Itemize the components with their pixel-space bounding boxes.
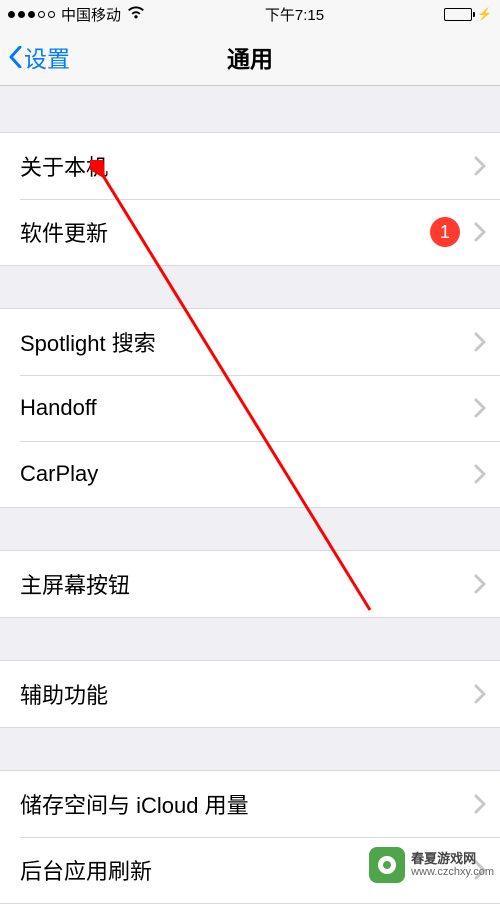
settings-group: Spotlight 搜索 Handoff CarPlay xyxy=(0,308,500,508)
status-left: 中国移动 xyxy=(8,4,145,25)
chevron-right-icon xyxy=(474,684,486,704)
status-time: 下午7:15 xyxy=(265,4,324,25)
chevron-right-icon xyxy=(474,574,486,594)
chevron-right-icon xyxy=(474,332,486,352)
row-carplay[interactable]: CarPlay xyxy=(0,441,500,507)
back-label: 设置 xyxy=(24,40,70,74)
row-label: 主屏幕按钮 xyxy=(20,568,474,600)
status-right: ⚡ xyxy=(444,7,492,21)
nav-bar: 设置 通用 xyxy=(0,28,500,86)
notification-badge: 1 xyxy=(430,217,460,247)
row-label: 辅助功能 xyxy=(20,678,474,710)
row-label: CarPlay xyxy=(20,461,474,487)
settings-group: 关于本机 软件更新 1 xyxy=(0,132,500,266)
row-label: 关于本机 xyxy=(20,150,474,182)
row-home-button[interactable]: 主屏幕按钮 xyxy=(0,551,500,617)
settings-group: 辅助功能 xyxy=(0,660,500,728)
page-title: 通用 xyxy=(227,40,273,74)
row-handoff[interactable]: Handoff xyxy=(0,375,500,441)
settings-group: 储存空间与 iCloud 用量 后台应用刷新 xyxy=(0,770,500,904)
row-software-update[interactable]: 软件更新 1 xyxy=(0,199,500,265)
row-label: Spotlight 搜索 xyxy=(20,326,474,358)
charging-icon: ⚡ xyxy=(477,7,492,21)
status-bar: 中国移动 下午7:15 ⚡ xyxy=(0,0,500,28)
chevron-left-icon xyxy=(8,46,22,68)
row-accessibility[interactable]: 辅助功能 xyxy=(0,661,500,727)
chevron-right-icon xyxy=(474,464,486,484)
watermark-title: 春夏游戏网 xyxy=(411,851,494,867)
chevron-right-icon xyxy=(474,398,486,418)
row-label: 储存空间与 iCloud 用量 xyxy=(20,788,474,820)
row-spotlight[interactable]: Spotlight 搜索 xyxy=(0,309,500,375)
carrier-label: 中国移动 xyxy=(61,4,121,25)
watermark: 春夏游戏网 www.czchxy.com xyxy=(369,847,494,883)
row-label: 软件更新 xyxy=(20,216,430,248)
row-about[interactable]: 关于本机 xyxy=(0,133,500,199)
back-button[interactable]: 设置 xyxy=(8,40,70,74)
watermark-icon xyxy=(369,847,405,883)
chevron-right-icon xyxy=(474,222,486,242)
row-storage-icloud[interactable]: 储存空间与 iCloud 用量 xyxy=(0,771,500,837)
chevron-right-icon xyxy=(474,156,486,176)
signal-dots-icon xyxy=(8,11,55,18)
chevron-right-icon xyxy=(474,794,486,814)
row-label: Handoff xyxy=(20,395,474,421)
settings-group: 主屏幕按钮 xyxy=(0,550,500,618)
battery-icon xyxy=(444,8,472,21)
wifi-icon xyxy=(127,6,145,23)
watermark-url: www.czchxy.com xyxy=(411,866,494,879)
